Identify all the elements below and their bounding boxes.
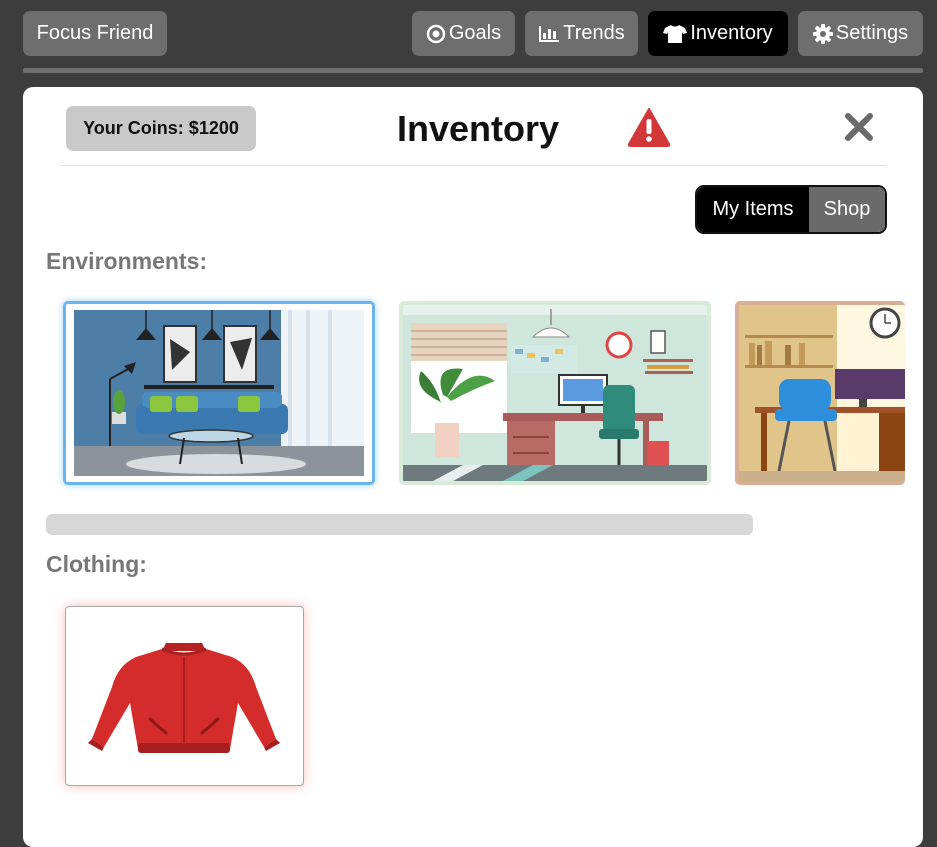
goals-label: Goals xyxy=(448,22,502,44)
environment-card-study[interactable] xyxy=(735,301,905,485)
trends-label: Trends xyxy=(563,22,625,44)
bar-chart-icon xyxy=(538,25,560,43)
shirt-icon xyxy=(663,24,688,44)
inventory-modal: Your Coins: $1200 Inventory My Items Sho… xyxy=(23,87,923,847)
header-divider xyxy=(60,165,886,166)
inventory-button[interactable]: Inventory xyxy=(648,11,788,56)
close-icon[interactable] xyxy=(843,111,875,143)
red-jacket-image xyxy=(88,643,280,753)
warning-icon[interactable] xyxy=(627,107,671,147)
gear-icon xyxy=(812,23,833,44)
coins-badge: Your Coins: $1200 xyxy=(66,106,256,151)
clothing-heading: Clothing: xyxy=(46,551,147,577)
items-toggle: My Items Shop xyxy=(695,185,887,234)
target-icon xyxy=(426,24,446,44)
environment-card-living-room[interactable] xyxy=(63,301,375,485)
living-room-image xyxy=(66,304,372,482)
office-image xyxy=(403,305,707,481)
shop-tab[interactable]: Shop xyxy=(809,187,885,232)
my-items-tab[interactable]: My Items xyxy=(697,187,809,232)
settings-button[interactable]: Settings xyxy=(798,11,923,56)
inventory-label: Inventory xyxy=(690,22,773,44)
nav-divider xyxy=(23,68,923,73)
clothing-card-red-jacket[interactable] xyxy=(65,606,304,786)
environments-scrollbar[interactable] xyxy=(46,514,753,535)
goals-button[interactable]: Goals xyxy=(412,11,515,56)
page-title: Inventory xyxy=(396,108,560,149)
brand-label: Focus Friend xyxy=(36,22,154,44)
study-image xyxy=(739,305,905,481)
focus-friend-button[interactable]: Focus Friend xyxy=(23,11,167,56)
settings-label: Settings xyxy=(835,22,909,44)
environment-card-office[interactable] xyxy=(399,301,711,485)
trends-button[interactable]: Trends xyxy=(525,11,638,56)
environments-heading: Environments: xyxy=(46,248,208,274)
